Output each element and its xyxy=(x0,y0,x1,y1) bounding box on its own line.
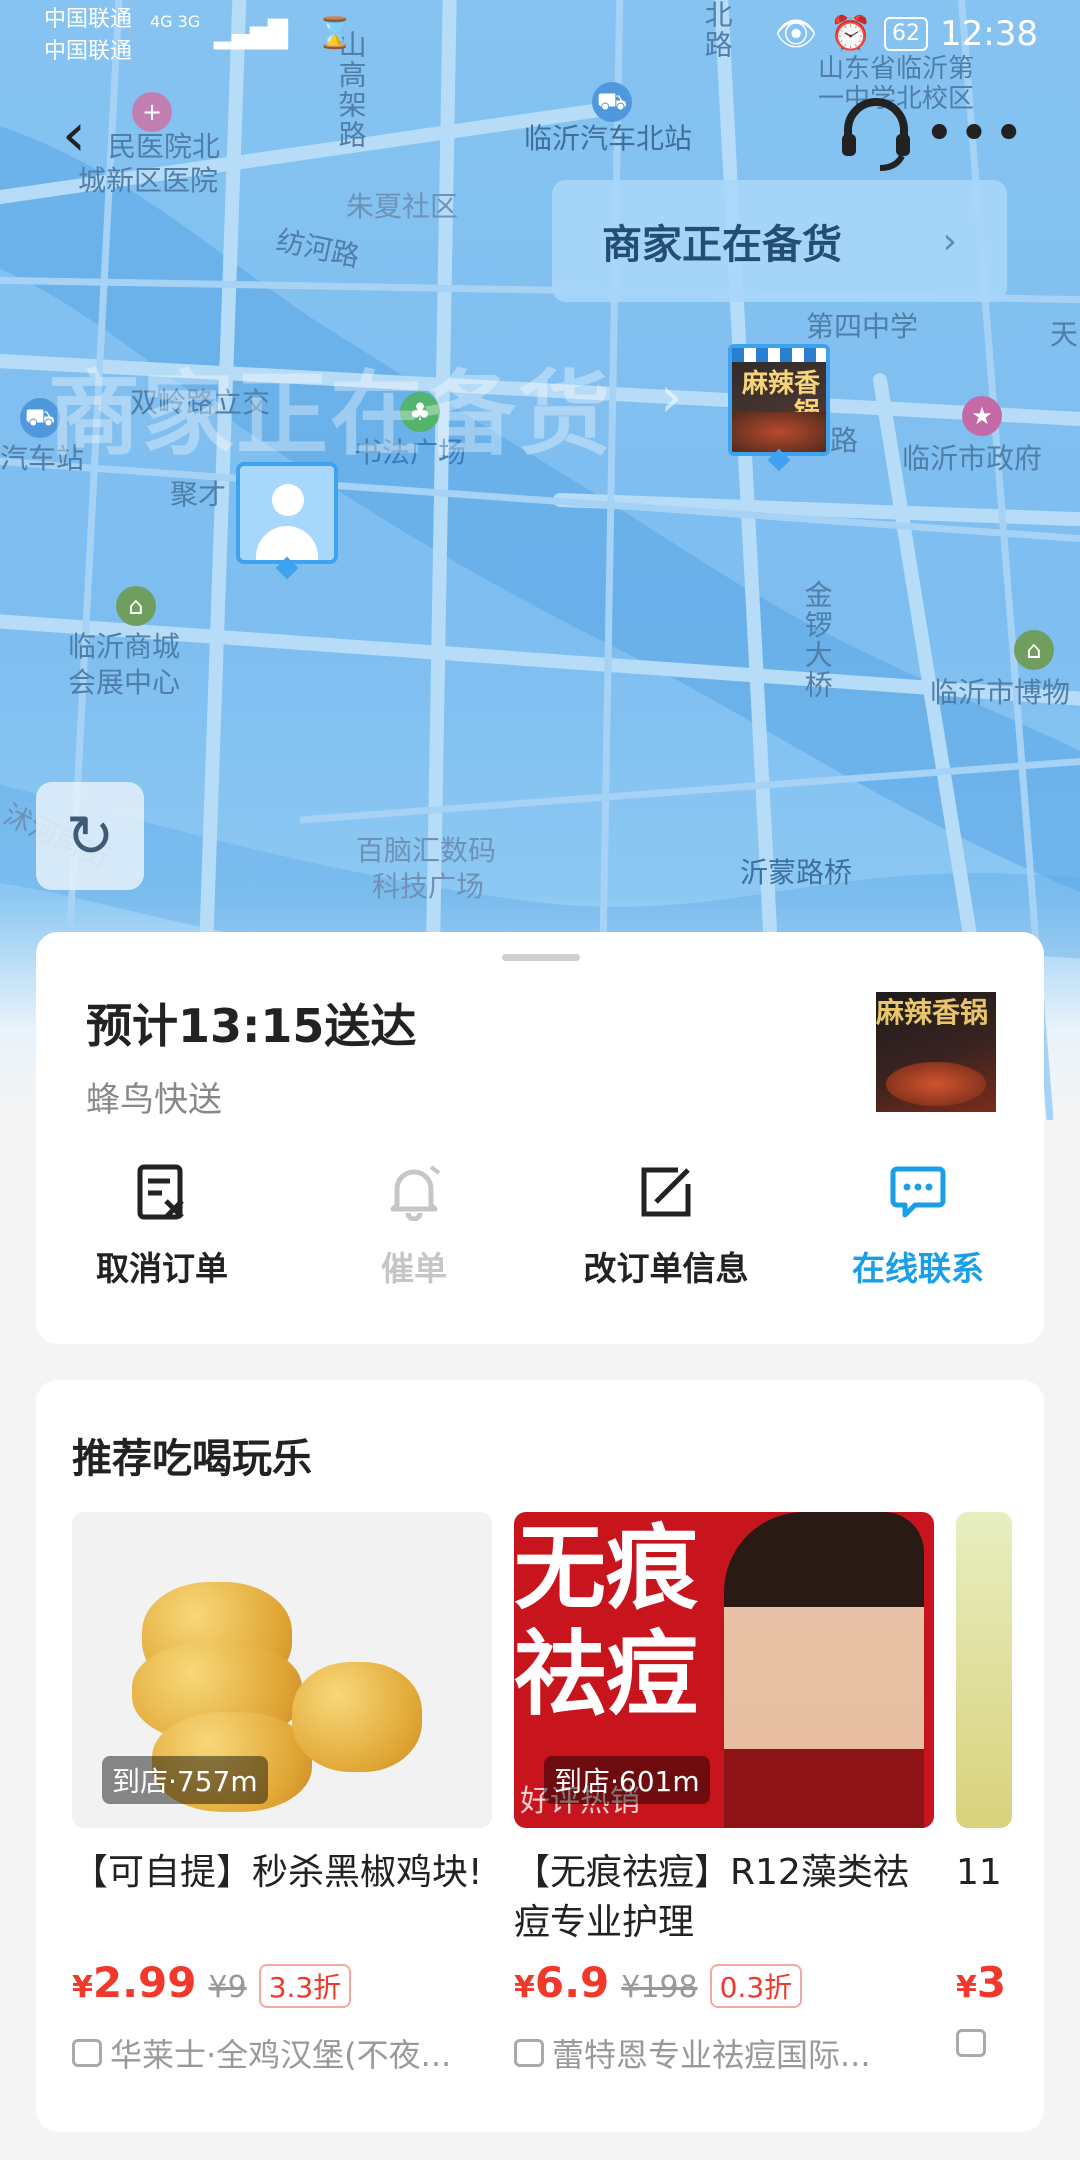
product-name: 11 xyxy=(956,1852,1002,1893)
product-image: 到店·757m xyxy=(72,1512,492,1828)
map-label: 聚才 xyxy=(170,478,227,511)
action-label: 取消订单 xyxy=(96,1249,228,1288)
edit-order-button[interactable]: 改订单信息 xyxy=(540,1160,792,1290)
user-location-pin[interactable] xyxy=(236,462,338,564)
customer-service-button[interactable] xyxy=(836,96,916,186)
price-row: ¥6.9 ¥198 0.3折 xyxy=(514,1958,934,2008)
map-label: 临沂汽车北站 xyxy=(524,122,693,155)
recommend-list[interactable]: 到店·757m 【可自提】秒杀黑椒鸡块! ¥2.99 ¥9 3.3折 华莱士·全… xyxy=(72,1512,1044,2112)
price-row: ¥2.99 ¥9 3.3折 xyxy=(72,1958,492,2008)
government-poi-icon: ★ xyxy=(962,396,1002,436)
store-icon xyxy=(72,2039,102,2067)
chevron-left-icon: ‹ xyxy=(62,100,86,170)
original-price: ¥198 xyxy=(621,1970,698,2005)
carrier-label: 中国联通 xyxy=(44,7,133,32)
map-label: 金锣大桥 xyxy=(800,580,834,700)
cancel-order-icon xyxy=(130,1160,194,1224)
restaurant-thumbnail[interactable]: 麻辣香锅 xyxy=(876,992,996,1112)
status-bar: 中国联通 中国联通 4G 3G ▂▄▆█ ⌛ 👁 ⏰ 62 12:38 xyxy=(0,0,1080,70)
delivery-card: 预计13:15送达 蜂鸟快送 麻辣香锅 取消订单 催单 改订单信息 在线联系 xyxy=(36,932,1044,1344)
action-label: 催单 xyxy=(381,1249,447,1288)
more-options-button[interactable]: ••• xyxy=(924,104,1028,164)
recommend-item[interactable]: 无痕祛痘 好评热销 到店·601m 【无痕祛痘】R12藻类祛痘专业护理 ¥6.9… xyxy=(514,1512,934,2112)
refresh-button[interactable]: ↻ xyxy=(36,782,144,890)
distance-badge: 到店·601m xyxy=(544,1756,710,1804)
hourglass-icon: ⌛ xyxy=(316,16,354,51)
chevron-right-icon: › xyxy=(660,365,683,430)
exhibition-poi-icon: ⌂ xyxy=(116,586,156,626)
back-button[interactable]: ‹ xyxy=(62,100,112,170)
cancel-order-button[interactable]: 取消订单 xyxy=(36,1160,288,1290)
store-map-pin[interactable]: 麻辣香锅 xyxy=(728,344,830,456)
urge-order-button[interactable]: 催单 xyxy=(288,1160,540,1290)
recommend-card: 推荐吃喝玩乐 到店·757m 【可自提】秒杀黑椒鸡块! ¥2.99 ¥9 3.3… xyxy=(36,1380,1044,2132)
map-label: 路 xyxy=(830,424,859,457)
map-label: 民医院北 xyxy=(108,130,221,163)
price: ¥6.9 xyxy=(514,1958,610,2007)
order-status-bubble[interactable]: 商家正在备货 › xyxy=(552,180,1007,302)
courier-name: 蜂鸟快送 xyxy=(86,1080,222,1120)
headset-icon xyxy=(842,98,910,171)
chevron-right-icon: › xyxy=(942,220,957,262)
recommend-item[interactable]: 11 ¥3 xyxy=(956,1512,1012,2112)
original-price: ¥9 xyxy=(208,1970,247,2005)
price: ¥2.99 xyxy=(72,1958,197,2007)
edit-icon xyxy=(634,1160,698,1224)
carrier-label: 中国联通 xyxy=(44,39,133,64)
product-image xyxy=(956,1512,1012,1828)
order-status-text: 商家正在备货 xyxy=(602,222,842,268)
museum-poi-icon: ⌂ xyxy=(1014,630,1054,670)
distance-badge: 到店·757m xyxy=(102,1756,268,1804)
map-label: 朱夏社区 xyxy=(346,190,459,223)
map-label: 临沂市政府 xyxy=(902,442,1043,475)
action-label: 在线联系 xyxy=(852,1249,984,1288)
map-label: 沂蒙路桥 xyxy=(740,856,853,889)
product-name: 【无痕祛痘】R12藻类祛痘专业护理 xyxy=(514,1852,909,1944)
contact-online-button[interactable]: 在线联系 xyxy=(792,1160,1044,1290)
product-image: 无痕祛痘 好评热销 到店·601m xyxy=(514,1512,934,1828)
map-label: 临沂商城 xyxy=(68,630,181,663)
map-label: 第四中学 xyxy=(806,310,919,343)
eye-icon: 👁 xyxy=(774,14,818,54)
price: ¥3 xyxy=(956,1958,1007,2007)
shop-name: 蕾特恩专业祛痘国际... xyxy=(514,2030,934,2076)
hospital-poi-icon: + xyxy=(132,92,172,132)
delivery-eta: 预计13:15送达 xyxy=(86,999,417,1053)
map-label: 科技广场 xyxy=(372,870,485,903)
image-headline: 无痕祛痘 xyxy=(514,1515,699,1728)
recommend-item[interactable]: 到店·757m 【可自提】秒杀黑椒鸡块! ¥2.99 ¥9 3.3折 华莱士·全… xyxy=(72,1512,492,2112)
more-dots-icon: ••• xyxy=(923,104,1028,164)
network-indicator: 4G 3G xyxy=(150,12,201,31)
map-label: 天 xyxy=(1050,318,1079,351)
refresh-icon: ↻ xyxy=(65,802,115,870)
action-label: 改订单信息 xyxy=(583,1249,749,1288)
order-actions: 取消订单 催单 改订单信息 在线联系 xyxy=(36,1160,1044,1290)
map-label: 会展中心 xyxy=(68,666,181,699)
section-title: 推荐吃喝玩乐 xyxy=(72,1436,312,1482)
bus-station-poi-icon: ⛟ xyxy=(592,82,632,122)
shop-name: 华莱士·全鸡汉堡(不夜... xyxy=(72,2030,492,2076)
thumbnail-text: 麻辣香锅 xyxy=(876,996,989,1029)
alarm-icon: ⏰ xyxy=(829,14,873,54)
signal-icon: ▂▄▆█ xyxy=(214,20,288,50)
map-label: 百脑汇数码 xyxy=(356,834,497,867)
map-label: 临沂市博物 xyxy=(930,676,1071,709)
battery-icon: 62 xyxy=(884,17,929,51)
store-icon xyxy=(956,2029,986,2057)
avatar-icon xyxy=(272,484,304,516)
clock-time: 12:38 xyxy=(940,14,1038,54)
chat-icon xyxy=(886,1160,950,1224)
product-name: 【可自提】秒杀黑椒鸡块! xyxy=(72,1852,483,1893)
price-row: ¥3 xyxy=(956,1958,1012,2007)
drag-handle[interactable] xyxy=(502,954,580,961)
discount-badge: 3.3折 xyxy=(258,1964,352,2008)
shop-name xyxy=(956,2029,1012,2057)
discount-badge: 0.3折 xyxy=(709,1964,803,2008)
map-status-watermark: 商家正在备货 xyxy=(48,361,613,468)
bell-icon xyxy=(382,1160,446,1224)
store-icon xyxy=(514,2039,544,2067)
